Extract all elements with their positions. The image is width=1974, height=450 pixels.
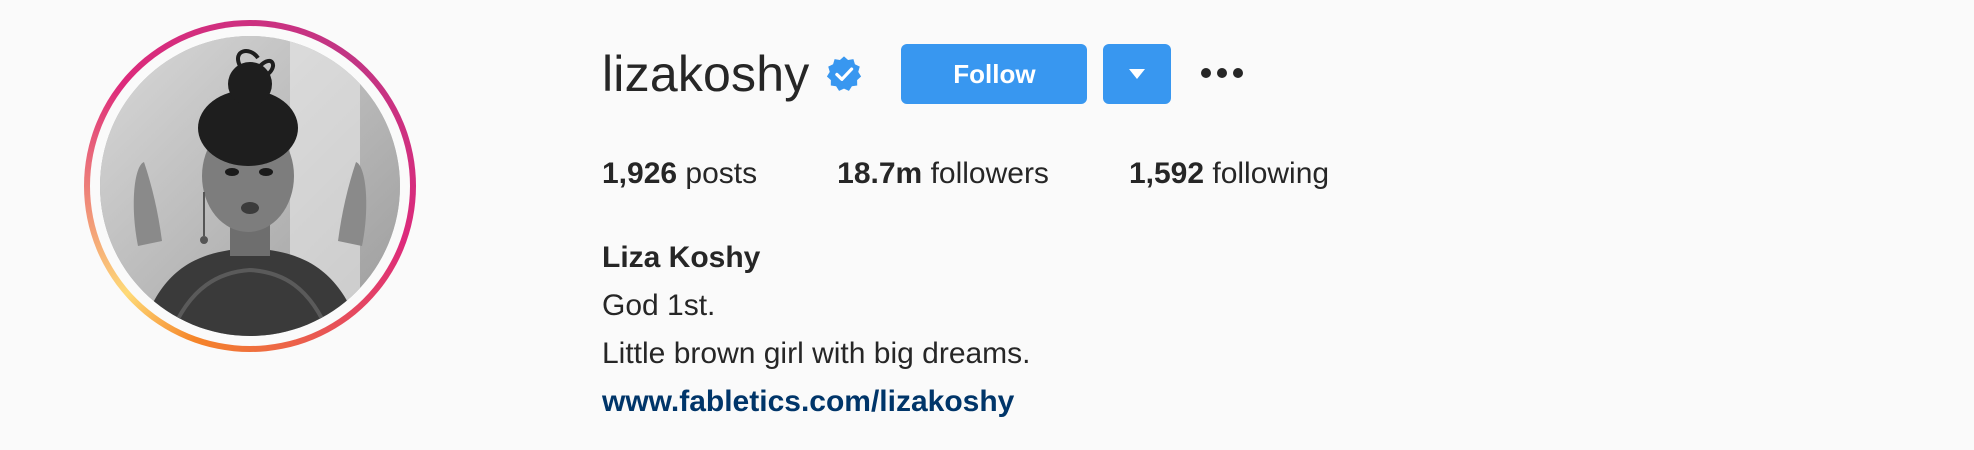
profile-avatar[interactable] [100,36,400,336]
follow-button[interactable]: Follow [901,44,1088,104]
followers-stat[interactable]: 18.7m followers [837,154,1049,194]
following-stat[interactable]: 1,592 following [1129,154,1329,194]
website-link[interactable]: www.fabletics.com/lizakoshy [602,385,1014,418]
bio-line: Little brown girl with big dreams. [602,337,1031,370]
story-ring[interactable] [84,20,416,352]
posts-count: 1,926 [602,157,678,190]
more-options-button[interactable] [1199,44,1245,104]
following-count: 1,592 [1128,157,1205,190]
posts-label: posts [685,157,758,190]
suggested-accounts-button[interactable] [1103,44,1172,104]
followers-label: followers [930,157,1049,190]
bio: Liza Koshy God 1st. Little brown girl wi… [602,234,1031,426]
followers-count: 18.7m [837,157,923,190]
username-row: lizakoshy Follow [602,42,1245,106]
bio-line: God 1st. [602,289,716,322]
username: lizakoshy [602,46,810,102]
verified-badge-icon [825,55,863,93]
avatar-photo-icon [100,36,400,336]
full-name: Liza Koshy [602,241,761,274]
stats-row: 1,926 posts 18.7m followers 1,592 follow… [602,154,1409,194]
posts-stat: 1,926 posts [602,154,757,194]
profile-header: lizakoshy Follow 1,926 posts 18.7m follo… [0,0,1974,450]
more-horizontal-icon [1200,67,1244,82]
caret-down-icon [1129,67,1146,82]
following-label: following [1212,157,1330,190]
